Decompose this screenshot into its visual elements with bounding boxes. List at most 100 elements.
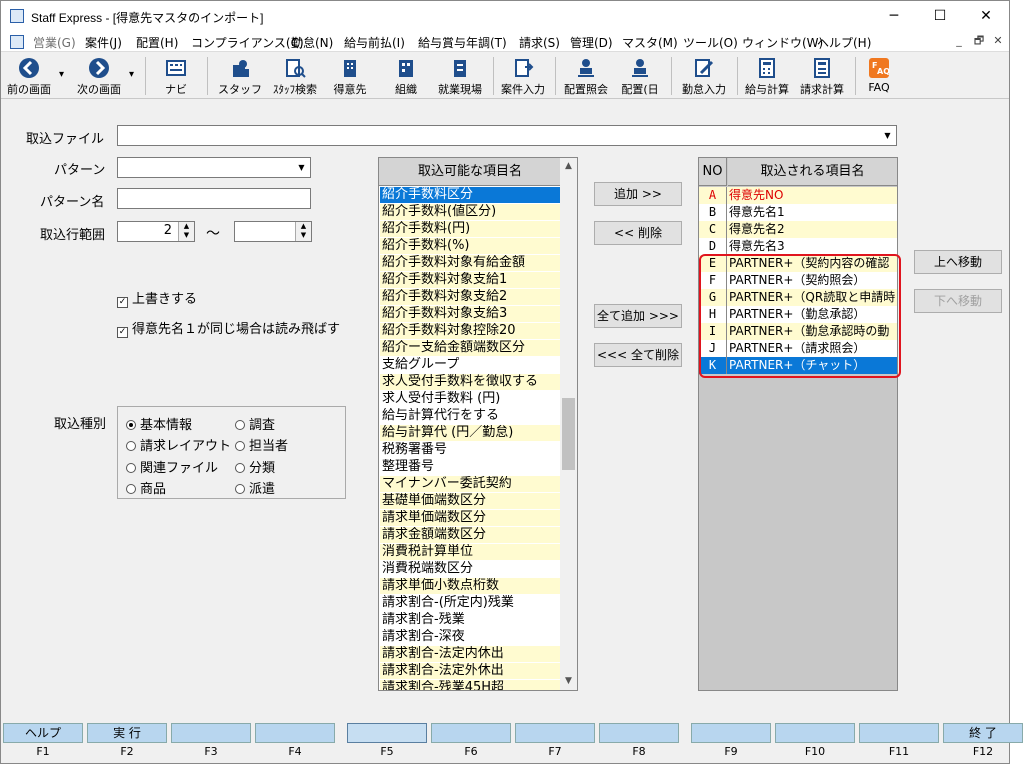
forward-dropdown-icon[interactable]: ▾	[129, 69, 134, 80]
close-button[interactable]: ✕	[963, 1, 1009, 32]
scroll-thumb[interactable]	[562, 398, 575, 470]
available-item[interactable]: 請求割合-残業45H超	[380, 680, 561, 690]
scroll-down-icon[interactable]: ▼	[560, 673, 577, 690]
radio-product[interactable]: 商品	[126, 478, 166, 497]
remove-button[interactable]: << 削除	[594, 221, 682, 245]
back-dropdown-icon[interactable]: ▾	[59, 69, 64, 80]
tb-billing-button[interactable]: 請求計算	[795, 55, 849, 97]
menu-kanri[interactable]: 管理(D)	[570, 34, 613, 51]
radio-survey[interactable]: 調査	[235, 414, 275, 433]
range-to-spin[interactable]: ▲ ▼	[295, 222, 311, 241]
move-up-button[interactable]: 上へ移動	[914, 250, 1002, 274]
menu-master[interactable]: マスタ(M)	[622, 34, 678, 51]
available-item[interactable]: 紹介手数料対象支給2	[380, 289, 561, 306]
menu-kintai[interactable]: 勤怠(N)	[291, 34, 333, 51]
menu-anken[interactable]: 案件(J)	[85, 34, 122, 51]
tb-case-input-button[interactable]: 案件入力	[497, 55, 549, 97]
available-item[interactable]: 紹介手数料(値区分)	[380, 204, 561, 221]
remove-all-button[interactable]: <<< 全て削除	[594, 343, 682, 367]
pattern-combo[interactable]: ▼	[117, 157, 311, 178]
menu-kyuyo[interactable]: 給与賞与年調(T)	[418, 34, 507, 51]
available-item[interactable]: マイナンバー委託契約	[380, 476, 561, 493]
available-item[interactable]: 紹介手数料(円)	[380, 221, 561, 238]
menu-window[interactable]: ウィンドウ(W)	[742, 34, 823, 51]
spin-up-icon[interactable]: ▲	[296, 222, 311, 231]
tb-assignment-inquiry-button[interactable]: 配置照会	[559, 55, 613, 97]
available-item[interactable]: 請求割合-法定内休出	[380, 646, 561, 663]
spin-down-icon[interactable]: ▼	[296, 231, 311, 240]
minimize-button[interactable]: ─	[871, 1, 917, 32]
fkey-f2-button[interactable]: 実 行	[87, 723, 167, 743]
available-item[interactable]: 請求金額端数区分	[380, 527, 561, 544]
available-item[interactable]: 紹介手数料対象有給金額	[380, 255, 561, 272]
chevron-down-icon[interactable]: ▼	[880, 127, 895, 144]
radio-contact-person[interactable]: 担当者	[235, 435, 288, 454]
menu-haichi[interactable]: 配置(H)	[136, 34, 178, 51]
tb-navi-button[interactable]: ナビ	[153, 55, 199, 97]
available-item[interactable]: 請求割合-深夜	[380, 629, 561, 646]
import-file-combo[interactable]: ▼	[117, 125, 897, 146]
available-item[interactable]: 紹介手数料対象支給3	[380, 306, 561, 323]
fkey-f10-button[interactable]	[775, 723, 855, 743]
tb-staff-button[interactable]: スタッフ	[217, 55, 263, 97]
available-item[interactable]: 求人受付手数料を徴収する	[380, 374, 561, 391]
menu-eigyo[interactable]: 営業(G)	[33, 34, 76, 51]
available-item[interactable]: 基礎単価端数区分	[380, 493, 561, 510]
fkey-f7-button[interactable]	[515, 723, 595, 743]
available-item[interactable]: 消費税計算単位	[380, 544, 561, 561]
mdi-restore-button[interactable]: 🗗	[971, 32, 987, 50]
range-to-stepper[interactable]: ▲ ▼	[234, 221, 312, 242]
add-all-button[interactable]: 全て追加 >>>	[594, 304, 682, 328]
available-items-list[interactable]: 取込可能な項目名 紹介手数料区分 紹介手数料(値区分) 紹介手数料(円) 紹介手数料(…	[378, 157, 578, 691]
tb-staff-search-button[interactable]: ｽﾀｯﾌ検索	[267, 55, 323, 97]
fkey-f11-button[interactable]	[859, 723, 939, 743]
available-item[interactable]: 請求割合-法定外休出	[380, 663, 561, 680]
scroll-up-icon[interactable]: ▲	[560, 158, 577, 175]
radio-billing-layout[interactable]: 請求レイアウト	[126, 435, 231, 454]
tb-worksite-button[interactable]: 就業現場	[433, 55, 487, 97]
available-item[interactable]: 税務署番号	[380, 442, 561, 459]
mdi-close-button[interactable]: ✕	[990, 32, 1006, 50]
tb-payroll-button[interactable]: 給与計算	[741, 55, 793, 97]
available-item[interactable]: 紹介手数料対象控除20	[380, 323, 561, 340]
mdi-child-icon[interactable]	[10, 35, 24, 49]
fkey-f8-button[interactable]	[599, 723, 679, 743]
menu-seikyu[interactable]: 請求(S)	[519, 34, 560, 51]
radio-dispatch[interactable]: 派遣	[235, 478, 275, 497]
fkey-f1-button[interactable]: ヘルプ	[3, 723, 83, 743]
tb-faq-button[interactable]: F AQ FAQ	[859, 55, 899, 97]
available-item[interactable]: 紹介ー支給金額端数区分	[380, 340, 561, 357]
range-from-stepper[interactable]: 2 ▲ ▼	[117, 221, 195, 242]
available-item[interactable]: 給与計算代 (円／勤怠)	[380, 425, 561, 442]
available-item[interactable]: 請求単価端数区分	[380, 510, 561, 527]
maximize-button[interactable]: ☐	[917, 1, 963, 32]
selected-item-row[interactable]: C 得意先名2	[699, 221, 897, 238]
radio-related-file[interactable]: 関連ファイル	[126, 457, 218, 476]
available-item[interactable]: 紹介手数料(%)	[380, 238, 561, 255]
selected-item-row[interactable]: A 得意先NO	[699, 187, 897, 204]
fkey-f6-button[interactable]	[431, 723, 511, 743]
menu-help[interactable]: ヘルプ(H)	[817, 34, 871, 51]
tb-assignment-daily-button[interactable]: 配置(日	[615, 55, 665, 97]
selected-item-row[interactable]: D 得意先名3	[699, 238, 897, 255]
menu-compliance[interactable]: コンプライアンス(C)	[191, 34, 304, 51]
skip-same-name-checkbox[interactable]: ✓ 得意先名１が同じ場合は読み飛ばす	[117, 318, 340, 338]
menu-tool[interactable]: ツール(O)	[683, 34, 738, 51]
tb-back-button[interactable]: 前の画面	[3, 55, 55, 97]
move-down-button[interactable]: 下へ移動	[914, 289, 1002, 313]
available-item[interactable]: 紹介手数料対象支給1	[380, 272, 561, 289]
selected-items-grid[interactable]: NO 取込される項目名 A 得意先NO B 得意先名1 C 得意先名2 D 得意先名3 E PAR…	[698, 157, 898, 691]
radio-basic-info[interactable]: 基本情報	[126, 414, 192, 433]
fkey-f4-button[interactable]	[255, 723, 335, 743]
overwrite-checkbox[interactable]: ✓ 上書きする	[117, 288, 197, 308]
radio-category[interactable]: 分類	[235, 457, 275, 476]
fkey-f12-button[interactable]: 終 了	[943, 723, 1023, 743]
fkey-f5-button[interactable]	[347, 723, 427, 743]
selected-item-row[interactable]: B 得意先名1	[699, 204, 897, 221]
tb-forward-button[interactable]: 次の画面	[73, 55, 125, 97]
fkey-f9-button[interactable]	[691, 723, 771, 743]
tb-organization-button[interactable]: 組織	[383, 55, 429, 97]
available-item[interactable]: 整理番号	[380, 459, 561, 476]
menu-maebarai[interactable]: 給与前払(I)	[344, 34, 405, 51]
available-item[interactable]: 請求単価小数点桁数	[380, 578, 561, 595]
